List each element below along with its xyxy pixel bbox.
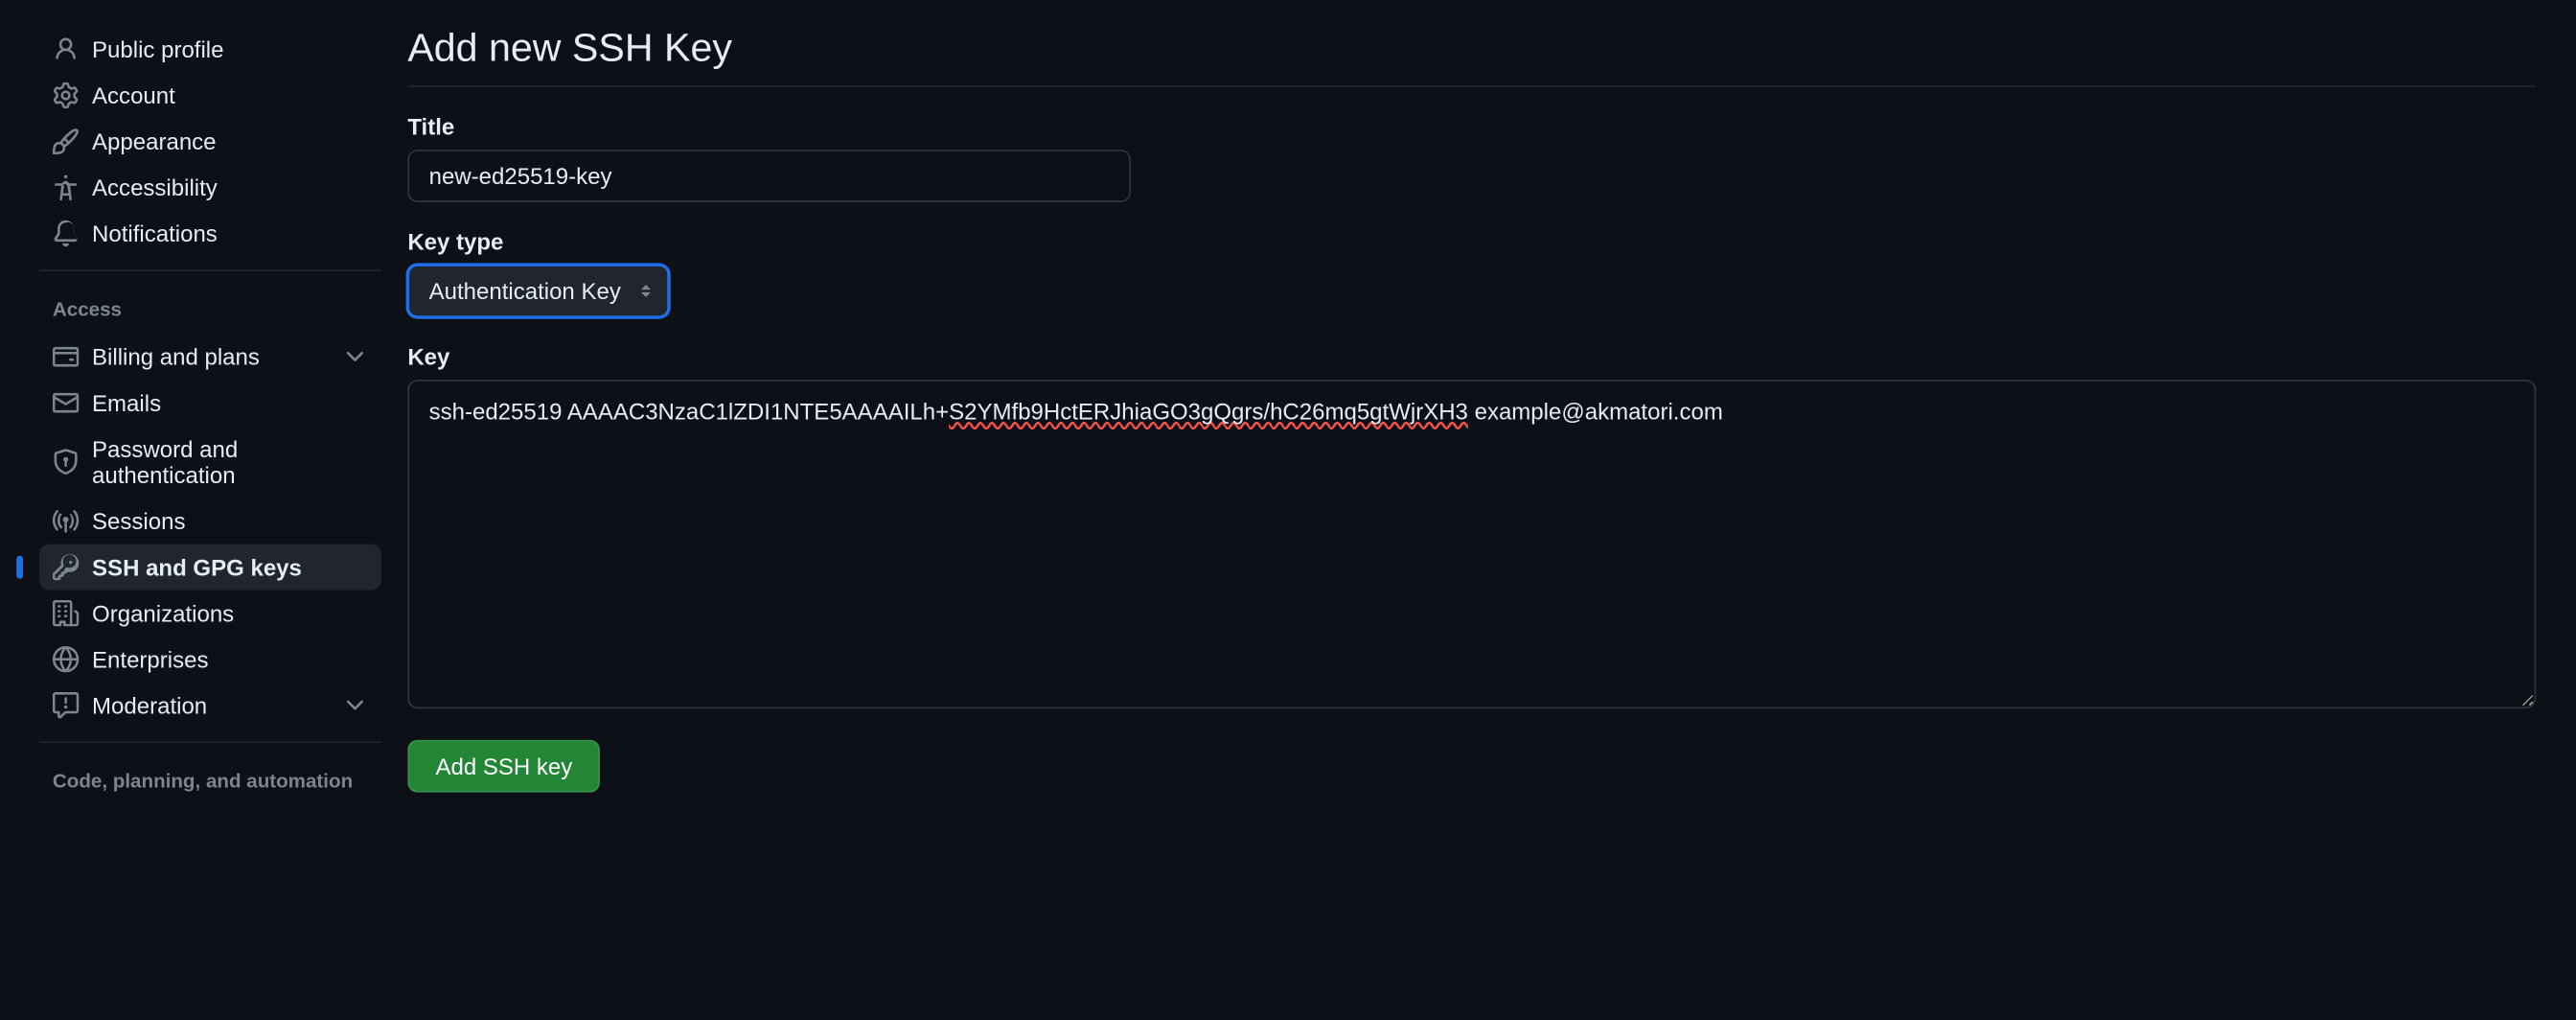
sidebar-item-label: Public profile <box>92 36 368 62</box>
sidebar-item-label: Sessions <box>92 508 368 534</box>
settings-sidebar: Public profile Account Appearance Access… <box>0 0 407 1019</box>
report-icon <box>53 692 79 718</box>
gear-icon <box>53 82 79 108</box>
person-icon <box>53 36 79 62</box>
sidebar-item-organizations[interactable]: Organizations <box>39 591 381 637</box>
paintbrush-icon <box>53 128 79 154</box>
add-ssh-key-button[interactable]: Add SSH key <box>407 740 600 793</box>
sidebar-item-appearance[interactable]: Appearance <box>39 118 381 164</box>
sidebar-item-account[interactable]: Account <box>39 72 381 118</box>
organization-icon <box>53 600 79 626</box>
page-title: Add new SSH Key <box>407 26 2536 86</box>
globe-icon <box>53 646 79 672</box>
accessibility-icon <box>53 174 79 200</box>
sidebar-item-label: Enterprises <box>92 646 368 672</box>
section-header-code: Code, planning, and automation <box>39 756 381 805</box>
nav-group-profile: Public profile Account Appearance Access… <box>39 26 381 256</box>
sidebar-item-ssh-gpg[interactable]: SSH and GPG keys <box>39 545 381 591</box>
sidebar-item-label: Organizations <box>92 600 368 626</box>
section-header-access: Access <box>39 285 381 334</box>
keytype-label: Key type <box>407 228 2536 254</box>
sidebar-item-notifications[interactable]: Notifications <box>39 211 381 257</box>
sidebar-item-label: Emails <box>92 389 368 415</box>
keytype-select[interactable]: Authentication Key <box>407 265 669 317</box>
key-icon <box>53 554 79 580</box>
mail-icon <box>53 389 79 415</box>
nav-group-access: Billing and plans Emails Password and au… <box>39 334 381 729</box>
sidebar-item-label: Password and authentication <box>92 435 368 488</box>
sidebar-item-billing[interactable]: Billing and plans <box>39 334 381 380</box>
sidebar-item-password-auth[interactable]: Password and authentication <box>39 426 381 498</box>
sidebar-item-label: Accessibility <box>92 174 368 200</box>
chevron-down-icon <box>342 343 368 369</box>
key-label: Key <box>407 343 2536 369</box>
sidebar-item-emails[interactable]: Emails <box>39 380 381 426</box>
sidebar-item-enterprises[interactable]: Enterprises <box>39 637 381 683</box>
sidebar-item-accessibility[interactable]: Accessibility <box>39 165 381 211</box>
divider <box>39 269 381 271</box>
sidebar-item-label: Notifications <box>92 220 368 246</box>
title-input[interactable] <box>407 150 1131 202</box>
broadcast-icon <box>53 508 79 534</box>
sidebar-item-label: SSH and GPG keys <box>92 554 368 580</box>
sidebar-item-sessions[interactable]: Sessions <box>39 498 381 545</box>
sidebar-item-label: Appearance <box>92 128 368 154</box>
form-group-keytype: Key type Authentication Key <box>407 228 2536 317</box>
main-content: Add new SSH Key Title Key type Authentic… <box>407 0 2575 1019</box>
form-group-key: Key ssh-ed25519 AAAAC3NzaC1lZDI1NTE5AAAA… <box>407 343 2536 713</box>
credit-card-icon <box>53 343 79 369</box>
form-group-title: Title <box>407 113 2536 202</box>
sidebar-item-moderation[interactable]: Moderation <box>39 683 381 729</box>
sidebar-item-label: Billing and plans <box>92 343 342 369</box>
shield-lock-icon <box>53 449 79 475</box>
bell-icon <box>53 220 79 246</box>
key-textarea[interactable] <box>407 380 2536 708</box>
title-label: Title <box>407 113 2536 139</box>
sidebar-item-label: Moderation <box>92 692 342 718</box>
chevron-down-icon <box>342 692 368 718</box>
sidebar-item-public-profile[interactable]: Public profile <box>39 26 381 72</box>
sidebar-item-label: Account <box>92 82 368 108</box>
divider <box>39 741 381 743</box>
